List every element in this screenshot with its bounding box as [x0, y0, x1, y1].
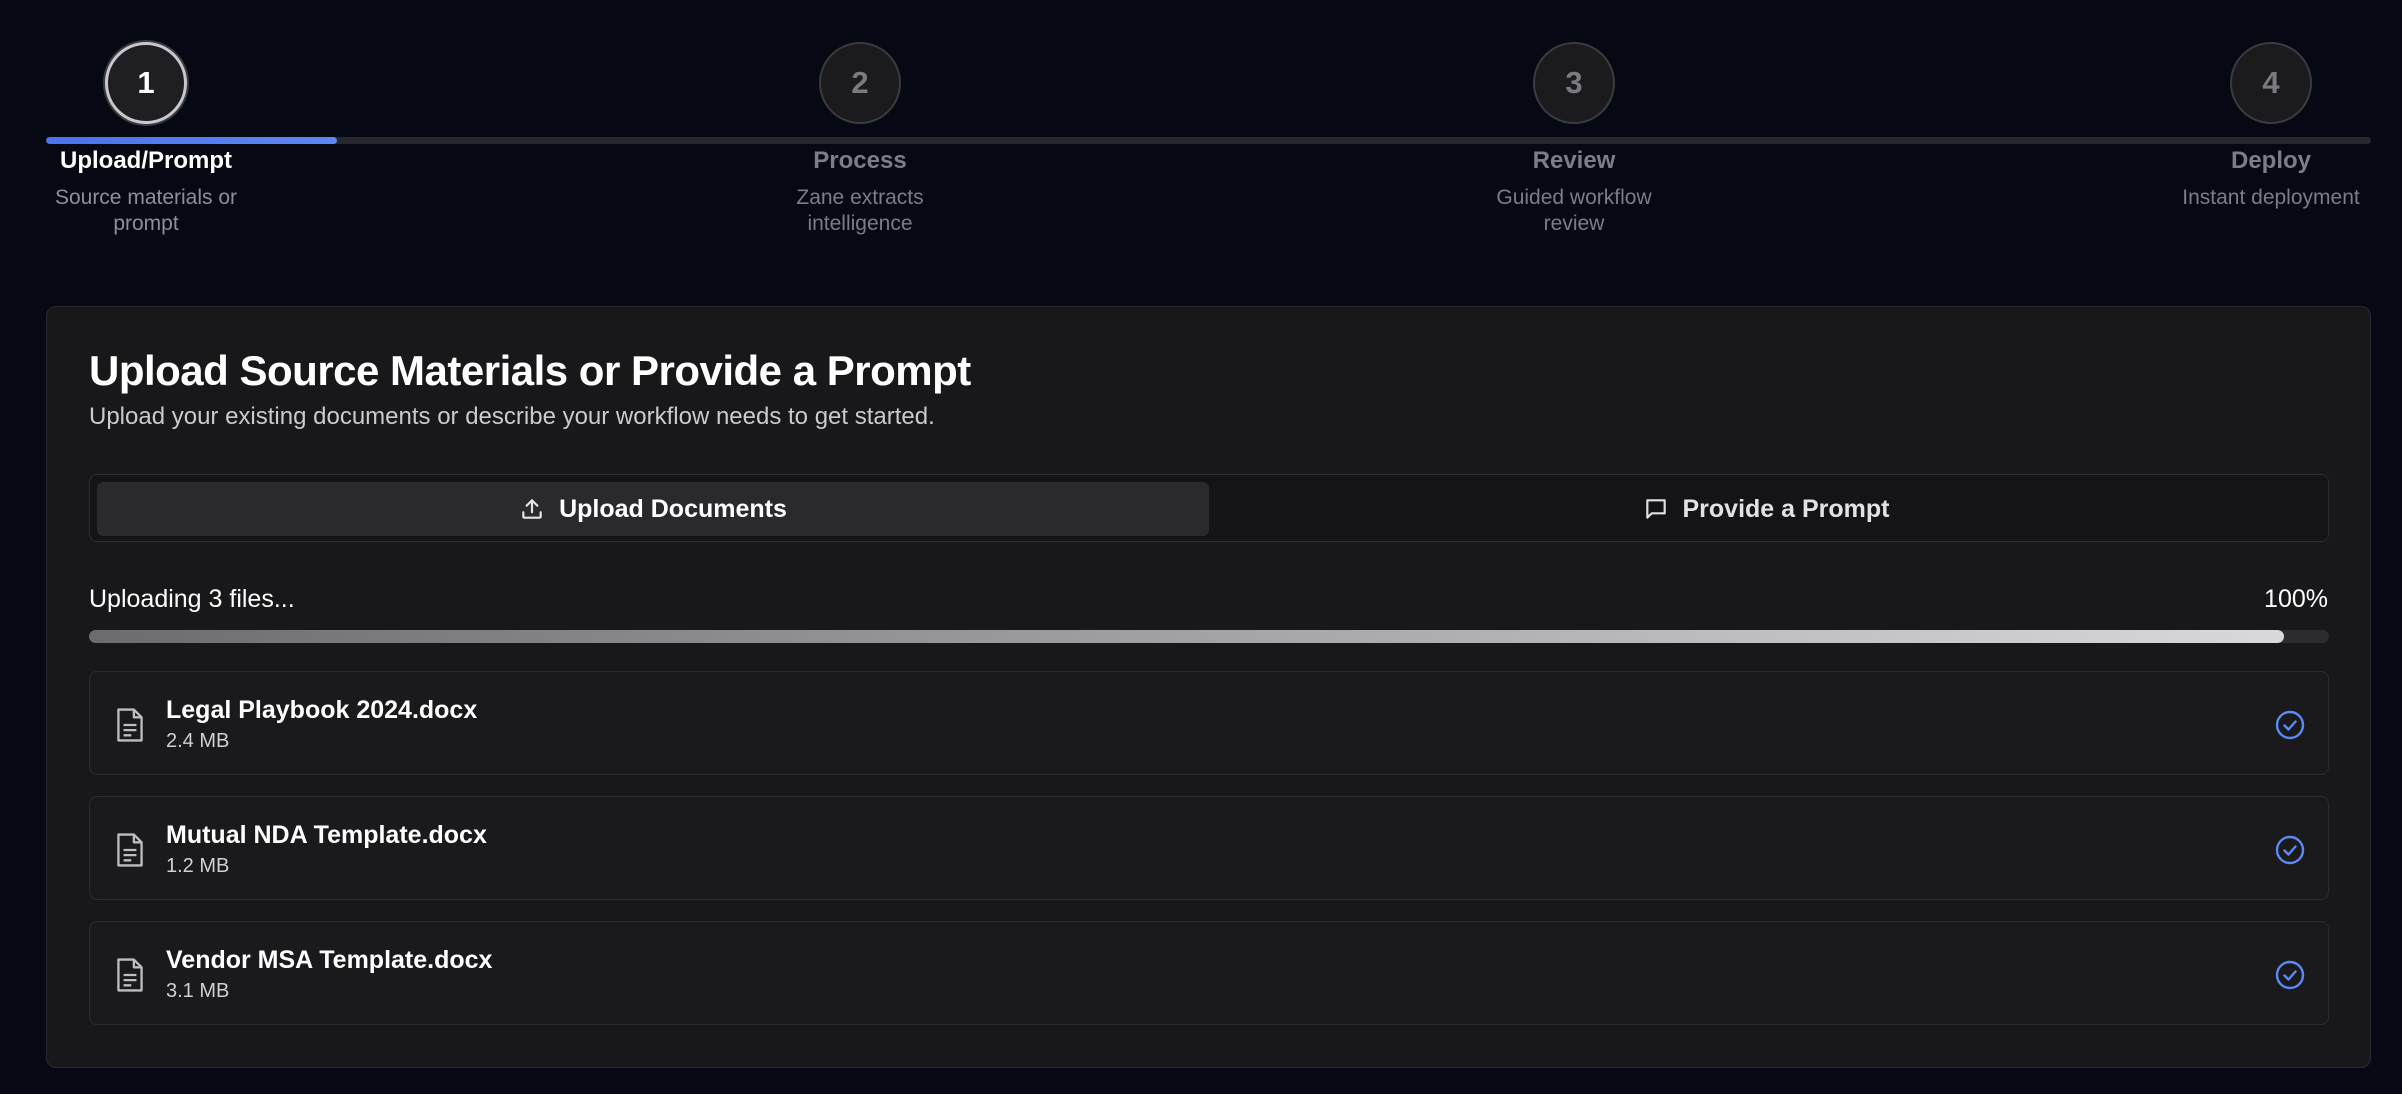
stepper-track	[46, 137, 2371, 144]
file-item: Legal Playbook 2024.docx 2.4 MB	[89, 671, 2329, 775]
check-circle-icon	[2275, 835, 2305, 865]
step-review[interactable]: 3 Review Guided workflow review	[1474, 42, 1674, 237]
upload-progress-bar	[89, 630, 2329, 643]
page-subtitle: Upload your existing documents or descri…	[89, 403, 935, 430]
step-upload-prompt[interactable]: 1 Upload/Prompt Source materials or promp…	[46, 42, 246, 237]
step-label: Upload/Prompt	[60, 147, 232, 174]
file-size: 3.1 MB	[166, 980, 230, 1002]
tab-label: Provide a Prompt	[1682, 494, 1890, 523]
file-item: Mutual NDA Template.docx 1.2 MB	[89, 796, 2329, 900]
upload-percent: 100%	[2264, 585, 2328, 613]
upload-progress-fill	[89, 630, 2285, 643]
step-label: Process	[813, 147, 907, 174]
document-icon	[117, 958, 143, 992]
file-size: 2.4 MB	[166, 730, 230, 752]
step-description: Source materials or prompt	[54, 186, 238, 235]
tab-label: Upload Documents	[559, 494, 787, 523]
check-circle-icon	[2275, 960, 2305, 990]
upload-icon	[522, 499, 542, 519]
tab-upload-documents[interactable]: Upload Documents	[97, 482, 1209, 536]
step-description: Guided workflow review	[1496, 186, 1652, 235]
message-icon	[1645, 499, 1666, 519]
step-description: Instant deployment	[2182, 186, 2360, 209]
step-deploy[interactable]: 4 Deploy Instant deployment	[2171, 42, 2371, 211]
document-icon	[117, 708, 143, 742]
file-name: Vendor MSA Template.docx	[166, 946, 493, 974]
step-number-badge: 1	[105, 42, 187, 124]
file-size: 1.2 MB	[166, 855, 230, 877]
document-icon	[117, 833, 143, 867]
page-title: Upload Source Materials or Provide a Pro…	[89, 347, 971, 394]
step-description: Zane extracts intelligence	[796, 186, 924, 235]
file-item: Vendor MSA Template.docx 3.1 MB	[89, 921, 2329, 1025]
step-label: Deploy	[2230, 147, 2311, 174]
input-mode-tabs: Upload Documents Provide a Prompt	[89, 474, 2329, 542]
step-number-badge: 2	[819, 42, 901, 124]
upload-card: Upload Source Materials or Provide a Pro…	[46, 306, 2371, 1068]
step-label: Review	[1532, 147, 1616, 174]
check-circle-icon	[2275, 710, 2305, 740]
progress-stepper: 1 Upload/Prompt Source materials or promp…	[0, 0, 2402, 250]
file-name: Mutual NDA Template.docx	[166, 821, 487, 849]
upload-status-text: Uploading 3 files...	[89, 585, 295, 613]
tab-provide-prompt[interactable]: Provide a Prompt	[1210, 482, 2322, 536]
step-number-badge: 3	[1533, 42, 1615, 124]
step-number-badge: 4	[2230, 42, 2312, 124]
step-process[interactable]: 2 Process Zane extracts intelligence	[760, 42, 960, 237]
file-name: Legal Playbook 2024.docx	[166, 696, 478, 724]
